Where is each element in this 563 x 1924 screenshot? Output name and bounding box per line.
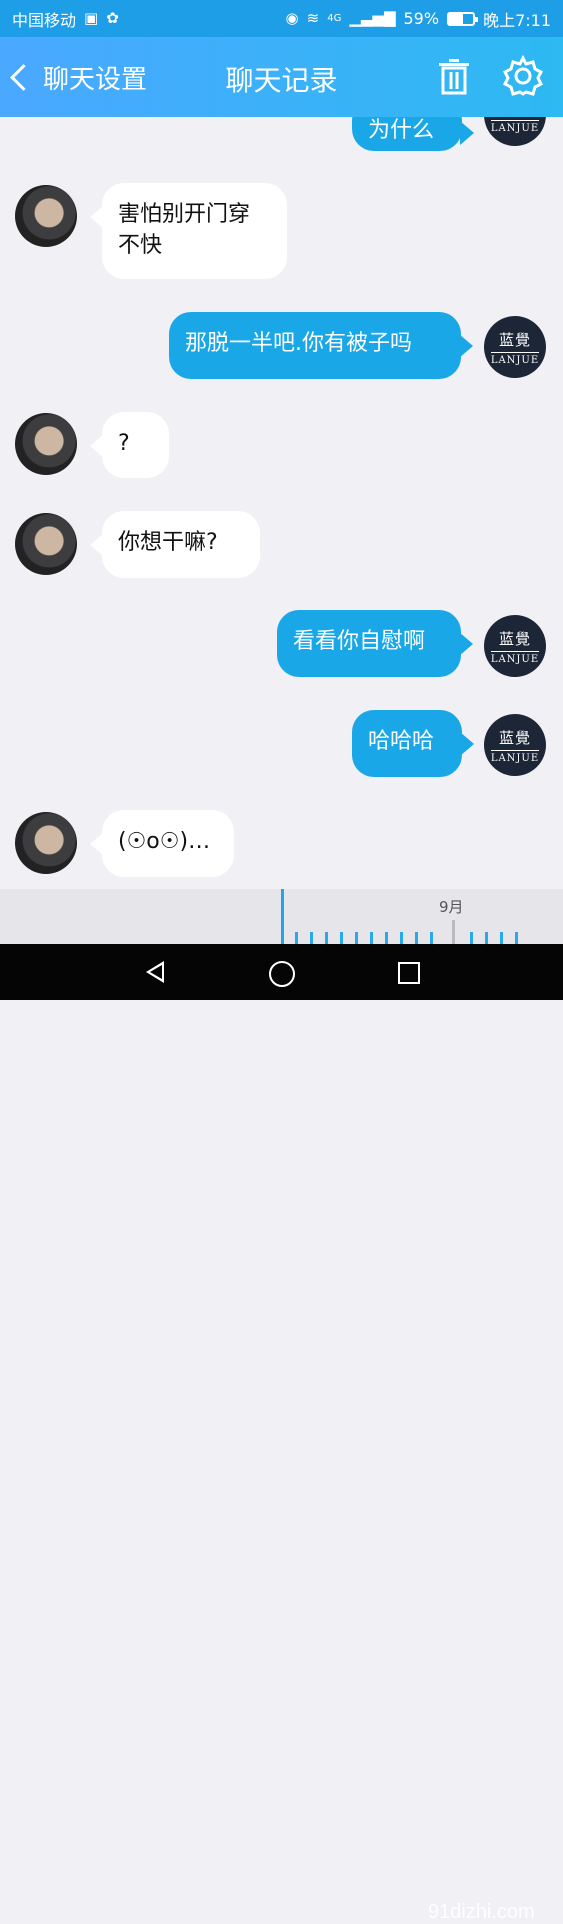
timeline-tick [340, 932, 343, 944]
battery-fill [449, 13, 464, 24]
message-bubble-4[interactable]: ? [90, 412, 169, 478]
message-bubble-3[interactable]: 那脱一半吧.你有被子吗 [169, 312, 473, 379]
status-bar: 中国移动 ▣ ✿ ◉ ≋ 4G ▁▃▅▇ 59% 晚上7:11 [0, 0, 563, 37]
month-label: 9月 [439, 898, 464, 916]
contact-avatar-4[interactable] [15, 812, 77, 874]
user-avatar-2[interactable]: 蓝覺 LANJUE [484, 316, 546, 378]
wifi-icon: ≋ [306, 9, 320, 27]
timeline-tick [500, 932, 503, 944]
chat-history-list[interactable]: 为什么 蓝覺 LANJUE 害怕别开门穿 不快 那脱一半吧.你有被子吗 蓝覺 L… [0, 117, 563, 889]
watermark-text: 91dizhi.com [428, 1901, 535, 1923]
nav-recent-apps-icon[interactable] [398, 962, 420, 984]
gear-icon[interactable] [502, 55, 544, 97]
avatar-logo-bottom: LANJUE [490, 351, 540, 366]
status-left: 中国移动 ▣ ✿ [12, 7, 119, 31]
timeline-tick [430, 932, 433, 944]
message-bubble-8[interactable]: (☉o☉)… [90, 810, 234, 877]
timeline-tick [370, 932, 373, 944]
clock: 晚上7:11 [483, 10, 551, 30]
avatar-logo-bottom: LANJUE [490, 650, 540, 665]
timeline-tick [325, 932, 328, 944]
timeline-tick [355, 932, 358, 944]
avatar-logo-top: 蓝覺 [498, 728, 531, 747]
briefcase-icon: ▣ [84, 9, 99, 27]
message-bubble-7[interactable]: 哈哈哈 [352, 710, 474, 777]
chevron-left-icon [10, 64, 37, 91]
message-bubble-5[interactable]: 你想干嘛? [90, 511, 260, 578]
message-bubble-6[interactable]: 看看你自慰啊 [277, 610, 473, 677]
user-avatar-3[interactable]: 蓝覺 LANJUE [484, 615, 546, 677]
contact-avatar-2[interactable] [15, 413, 77, 475]
timeline-tick [485, 932, 488, 944]
nav-back-icon[interactable] [146, 961, 164, 983]
timeline-tick [515, 932, 518, 944]
avatar-logo-bottom: LANJUE [490, 119, 540, 134]
contact-avatar-1[interactable] [15, 185, 77, 247]
timeline-cursor[interactable] [281, 889, 284, 944]
timeline-tick [310, 932, 313, 944]
timeline-tick [470, 932, 473, 944]
timeline-tick-month [452, 920, 455, 944]
timeline-tick [415, 932, 418, 944]
timeline-tick [295, 932, 298, 944]
timeline-tick [400, 932, 403, 944]
timeline-tick [385, 932, 388, 944]
contact-avatar-3[interactable] [15, 513, 77, 575]
signal-type: 4G [327, 13, 342, 24]
back-label: 聊天设置 [43, 65, 148, 95]
message-bubble-2[interactable]: 害怕别开门穿 不快 [90, 183, 287, 279]
carrier-name: 中国移动 [12, 10, 77, 30]
message-bubble-1[interactable]: 为什么 [352, 117, 474, 151]
nav-home-icon[interactable] [269, 961, 295, 987]
user-avatar-1[interactable]: 蓝覺 LANJUE [484, 117, 546, 146]
user-avatar-4[interactable]: 蓝覺 LANJUE [484, 714, 546, 776]
status-right: ◉ ≋ 4G ▁▃▅▇ 59% 晚上7:11 [286, 7, 551, 31]
system-nav-bar: 91dizhi.com [0, 944, 563, 1923]
avatar-logo-top: 蓝覺 [499, 117, 531, 118]
avatar-logo-top: 蓝覺 [498, 330, 531, 349]
avatar-logo-top: 蓝覺 [498, 629, 531, 648]
battery-icon [447, 11, 479, 26]
eye-icon: ◉ [285, 9, 299, 27]
chat-history-header: 聊天设置 聊天记录 [0, 37, 563, 117]
date-timeline[interactable]: 9月 [0, 889, 563, 944]
battery-percent: 59% [403, 9, 440, 28]
avatar-logo-bottom: LANJUE [490, 749, 540, 764]
back-button[interactable]: 聊天设置 [10, 59, 148, 96]
trash-icon[interactable] [437, 57, 471, 95]
signal-icon: ▁▃▅▇ [349, 9, 396, 27]
paw-icon: ✿ [106, 9, 119, 27]
